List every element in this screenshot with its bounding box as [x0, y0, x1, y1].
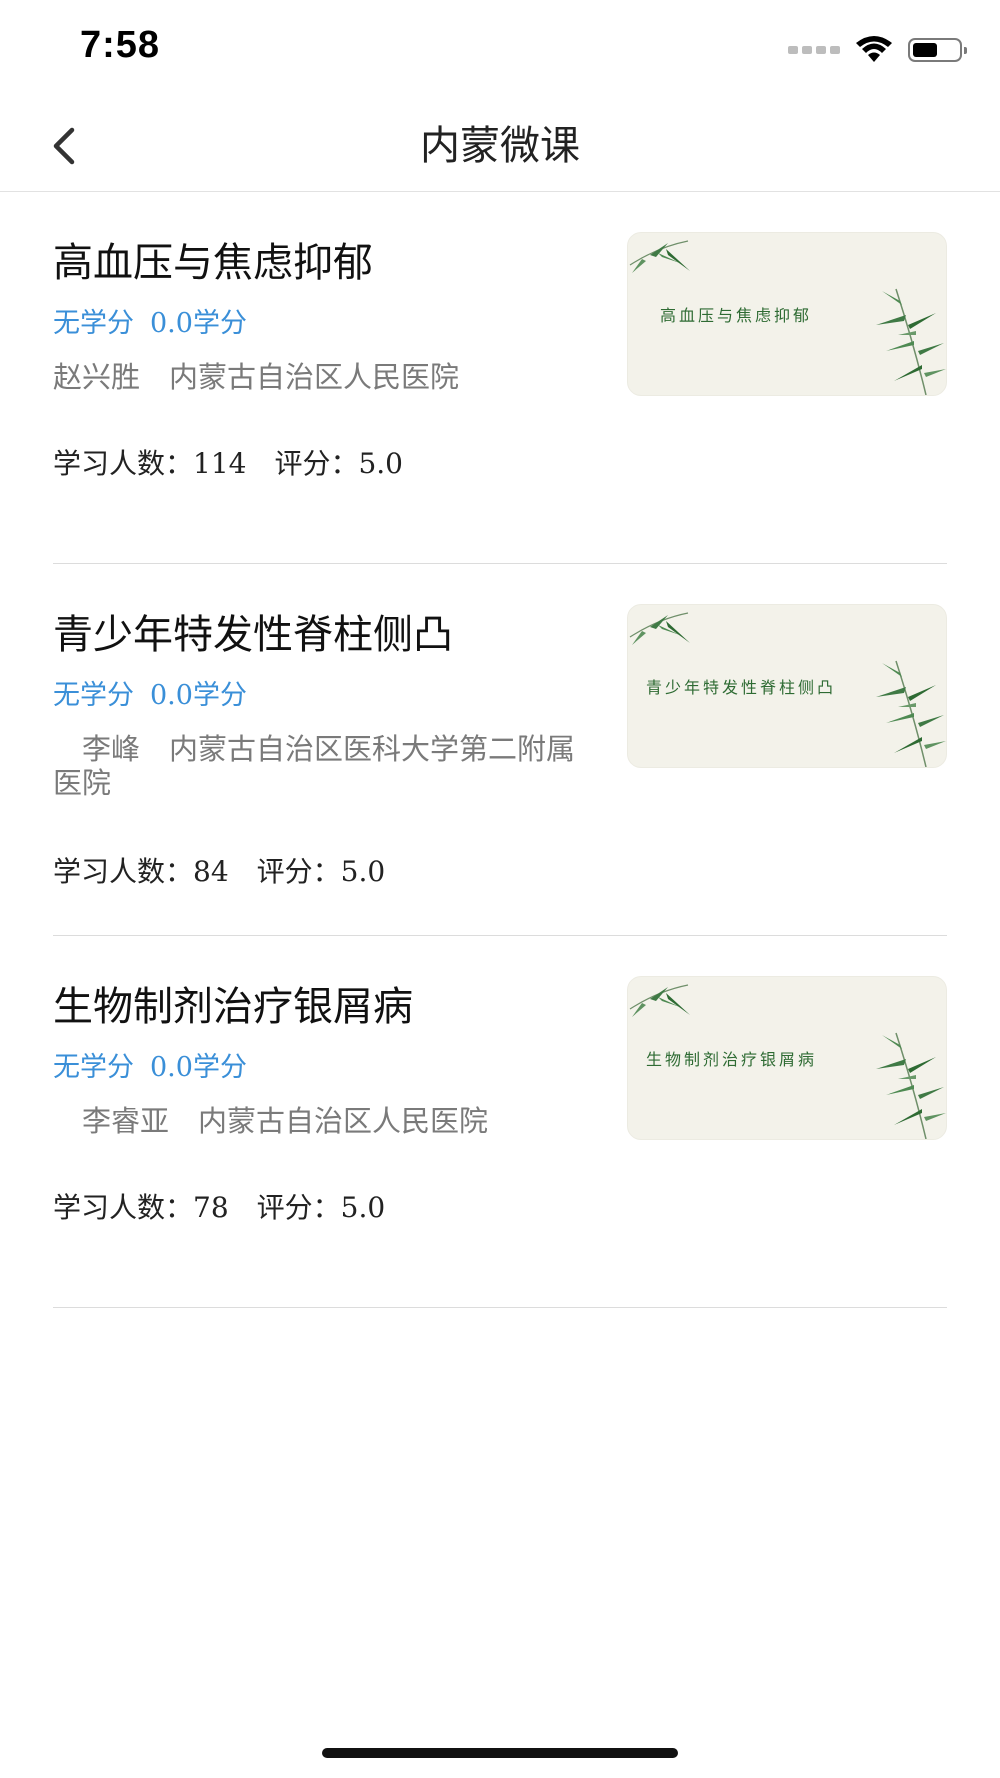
battery-icon: [908, 38, 967, 62]
thumbnail-title: 青少年特发性脊柱侧凸: [646, 678, 837, 697]
credit-value: 0.0学分: [150, 1052, 247, 1083]
course-stats: 学习人数：114 评分：5.0: [53, 447, 403, 480]
wifi-icon: [856, 36, 892, 62]
course-credit: 无学分 0.0学分: [53, 678, 247, 714]
course-list-page: 7:58 内蒙微课 高血压与焦虑抑郁 无学分 0.0学分 赵兴胜 内蒙古自治区人…: [0, 0, 1000, 1778]
course-item[interactable]: 高血压与焦虑抑郁 无学分 0.0学分 赵兴胜 内蒙古自治区人民医院 学习人数：11…: [53, 192, 947, 564]
course-credit: 无学分 0.0学分: [53, 306, 247, 342]
course-title: 生物制剂治疗银屑病: [53, 984, 413, 1030]
status-icons: [788, 30, 967, 70]
course-stats: 学习人数：78 评分：5.0: [53, 1191, 386, 1224]
course-thumbnail: 青少年特发性脊柱侧凸: [627, 604, 947, 768]
course-teacher: 李睿亚 内蒙古自治区人民医院: [53, 1104, 489, 1138]
course-teacher: 李峰 内蒙古自治区医科大学第二附属医院: [53, 732, 576, 800]
thumbnail-title: 高血压与焦虑抑郁: [660, 306, 813, 325]
course-item[interactable]: 生物制剂治疗银屑病 无学分 0.0学分 李睿亚 内蒙古自治区人民医院 学习人数：7…: [53, 936, 947, 1308]
course-thumbnail: 高血压与焦虑抑郁: [627, 232, 947, 396]
course-item[interactable]: 青少年特发性脊柱侧凸 无学分 0.0学分 李峰 内蒙古自治区医科大学第二附属医院 …: [53, 564, 947, 936]
course-stats: 学习人数：84 评分：5.0: [53, 855, 386, 888]
credit-type: 无学分: [53, 1052, 134, 1083]
navigation-bar: 内蒙微课: [0, 100, 1000, 192]
credit-value: 0.0学分: [150, 308, 247, 339]
course-title: 高血压与焦虑抑郁: [53, 240, 373, 286]
home-indicator[interactable]: [322, 1748, 678, 1758]
course-credit: 无学分 0.0学分: [53, 1050, 247, 1086]
credit-type: 无学分: [53, 308, 134, 339]
status-bar: 7:58: [0, 0, 1000, 100]
status-time: 7:58: [80, 24, 161, 66]
course-thumbnail: 生物制剂治疗银屑病: [627, 976, 947, 1140]
credit-value: 0.0学分: [150, 680, 247, 711]
thumbnail-title: 生物制剂治疗银屑病: [646, 1050, 818, 1069]
course-teacher: 赵兴胜 内蒙古自治区人民医院: [53, 360, 460, 394]
credit-type: 无学分: [53, 680, 134, 711]
bamboo-branch-icon: [876, 288, 946, 395]
page-title: 内蒙微课: [420, 123, 580, 169]
course-list: 高血压与焦虑抑郁 无学分 0.0学分 赵兴胜 内蒙古自治区人民医院 学习人数：11…: [53, 192, 947, 1308]
bamboo-branch-icon: [876, 660, 946, 767]
cellular-signal-icon: [788, 46, 840, 54]
course-title: 青少年特发性脊柱侧凸: [53, 612, 453, 658]
bamboo-branch-icon: [876, 1032, 946, 1139]
